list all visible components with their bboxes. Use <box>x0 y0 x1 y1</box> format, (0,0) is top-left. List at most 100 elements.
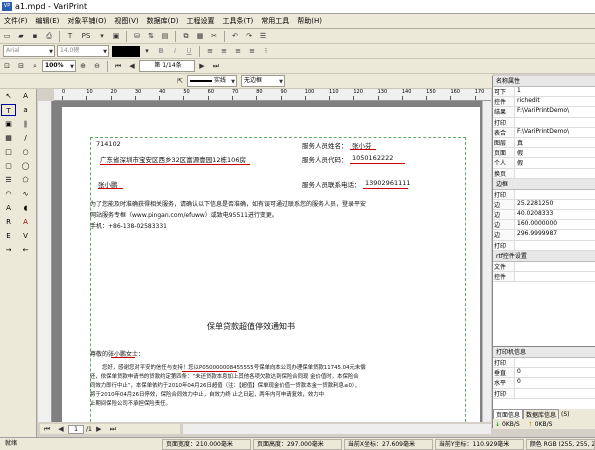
printer-property-value[interactable] <box>515 358 595 367</box>
align-right-icon[interactable]: ≡ <box>232 45 244 57</box>
property-row[interactable]: 页面假 <box>493 148 595 159</box>
print-icon[interactable]: ⎙ <box>43 30 55 42</box>
section-border[interactable]: 边框 <box>493 178 595 190</box>
border-property-row[interactable]: 边 296.9999987 <box>493 230 595 241</box>
property-row[interactable]: 控件 richedit <box>493 97 595 108</box>
nav-last-icon[interactable]: ⏭ <box>107 425 119 434</box>
property-value[interactable]: 1 <box>515 87 595 96</box>
printer-property-value[interactable]: 0 <box>515 378 595 387</box>
cut-icon[interactable]: ✂ <box>208 30 220 42</box>
tab-database-info[interactable]: 数据库信息 <box>523 408 560 420</box>
page-indicator[interactable]: 第 1/14条 <box>139 60 195 72</box>
rtf-property-value[interactable] <box>515 272 595 281</box>
italic-icon[interactable]: I <box>169 45 181 57</box>
nav-first-icon[interactable]: ⏮ <box>41 425 53 434</box>
font-name-select[interactable]: Arial ▼ <box>3 45 55 57</box>
curve-icon[interactable]: ∿ <box>18 188 33 200</box>
menu-edit[interactable]: 编辑(E) <box>32 14 64 29</box>
border-property-row[interactable]: 打印 <box>493 240 595 251</box>
property-row[interactable]: 结果 F:\VariPrintDemo\ <box>493 107 595 118</box>
nav-next-icon[interactable]: ▶ <box>93 425 105 434</box>
bullets-icon[interactable]: ⁝ <box>260 45 272 57</box>
property-value[interactable]: richedit <box>515 97 595 106</box>
art-text-icon[interactable]: A <box>18 216 33 228</box>
list-icon[interactable]: ☰ <box>1 174 16 186</box>
char-a-icon[interactable]: A <box>1 202 16 214</box>
printer-panel-title[interactable]: 打印机信息 <box>493 347 595 358</box>
printer-property-row[interactable]: 打印 <box>493 388 595 399</box>
border-property-value[interactable] <box>515 190 595 199</box>
vertical-scrollbar[interactable] <box>482 101 491 422</box>
property-row[interactable]: 表合 F:\VariPrintDemo\ <box>493 127 595 138</box>
paste-icon[interactable]: ▦ <box>194 30 206 42</box>
property-value[interactable]: F:\VariPrintDemo\ <box>515 107 595 116</box>
section-rtf[interactable]: rtf控件设置 <box>493 250 595 262</box>
printer-property-row[interactable]: 水平 0 <box>493 378 595 389</box>
font-size-select[interactable]: 14.0磅 ▼ <box>57 45 109 57</box>
property-value[interactable]: F:\VariPrintDemo\ <box>515 128 595 137</box>
ellipse-icon[interactable]: ◯ <box>18 160 33 172</box>
border-property-row[interactable]: 边 25.2281250 <box>493 199 595 211</box>
property-value[interactable]: 假 <box>515 148 595 157</box>
property-value[interactable]: 假 <box>515 158 595 167</box>
polygon-icon[interactable]: ⬠ <box>18 174 33 186</box>
nav-page-input[interactable]: 1 <box>68 424 84 434</box>
rtf-property-row[interactable]: 文件 <box>493 261 595 272</box>
redo-icon[interactable]: ↷ <box>243 30 255 42</box>
text-a-icon[interactable]: A <box>18 90 33 102</box>
menu-common-tools[interactable]: 常用工具 <box>257 14 293 29</box>
align-center-icon[interactable]: ≡ <box>218 45 230 57</box>
border-property-row[interactable]: 打印 <box>493 189 595 200</box>
printer-property-row[interactable]: 打印 <box>493 358 595 369</box>
rtf-property-value[interactable] <box>515 262 595 271</box>
rtf-property-row[interactable]: 控件 <box>493 272 595 283</box>
tab-s[interactable]: (S) <box>559 411 572 418</box>
menu-file[interactable]: 文件(F) <box>0 14 32 29</box>
database-icon[interactable]: ⛁ <box>131 30 143 42</box>
menu-toolbar[interactable]: 工具条(T) <box>219 14 258 29</box>
undo-icon[interactable]: ↶ <box>229 30 241 42</box>
border-property-value[interactable]: 25.2281250 <box>515 200 595 209</box>
property-row[interactable]: 图层真 <box>493 137 595 149</box>
image-icon[interactable]: ▣ <box>110 30 122 42</box>
text-box-icon[interactable]: T <box>1 104 16 116</box>
sort-icon[interactable]: ⇅ <box>145 30 157 42</box>
line-tool-icon[interactable]: / <box>18 132 33 144</box>
open-folder-icon[interactable]: ▰ <box>15 30 27 42</box>
arc-icon[interactable]: ◠ <box>1 188 16 200</box>
section-name-attributes[interactable]: 名称属性 <box>493 76 595 87</box>
text-tool-icon[interactable]: T <box>64 30 76 42</box>
zoom-out-icon[interactable]: ⊖ <box>91 60 103 72</box>
property-row[interactable]: 个人假 <box>493 158 595 169</box>
design-canvas[interactable]: 714102 广东省深圳市宝安区西乡32区富源壹园12栋106房 张小鹏 服务人… <box>52 101 482 422</box>
first-page-icon[interactable]: ⏮ <box>112 60 124 72</box>
pdf-icon[interactable]: ▾ <box>96 30 108 42</box>
horizontal-scrollbar[interactable] <box>183 424 491 434</box>
tab-page-info[interactable]: 页面信息 <box>493 408 524 420</box>
border-property-value[interactable]: 160.0000000 <box>515 220 595 229</box>
zoom-icon[interactable]: ⌕ <box>29 60 41 72</box>
circle-tool-icon[interactable]: ○ <box>18 146 33 158</box>
property-value[interactable] <box>515 118 595 127</box>
variable-icon[interactable]: V <box>18 230 33 242</box>
shape-icon[interactable]: ◖ <box>18 202 33 214</box>
save-icon[interactable]: ▪ <box>29 30 41 42</box>
property-value[interactable] <box>515 169 595 178</box>
line-style-select[interactable]: 实线 ▼ <box>187 75 237 87</box>
fit-page-icon[interactable]: ⊡ <box>1 60 13 72</box>
property-row[interactable]: 换页 <box>493 168 595 179</box>
printer-property-row[interactable]: 垂直 0 <box>493 368 595 379</box>
border-property-value[interactable]: 296.9999987 <box>515 230 595 239</box>
chart-icon[interactable]: ▤ <box>159 30 171 42</box>
rect-icon[interactable]: □ <box>1 146 16 158</box>
nav-prev-icon[interactable]: ◀ <box>55 425 67 434</box>
menu-project-settings[interactable]: 工程设置 <box>183 14 219 29</box>
caption-icon[interactable]: a <box>18 104 33 116</box>
zoom-select[interactable]: 100% ▼ <box>42 60 76 72</box>
image-tool-icon[interactable]: ▣ <box>1 118 16 130</box>
next-page-icon[interactable]: ▶ <box>196 60 208 72</box>
new-file-icon[interactable]: ▭ <box>1 30 13 42</box>
arrow-left-icon[interactable]: ← <box>18 244 33 256</box>
justify-icon[interactable]: ≡ <box>246 45 258 57</box>
copy-icon[interactable]: ⧉ <box>180 30 192 42</box>
